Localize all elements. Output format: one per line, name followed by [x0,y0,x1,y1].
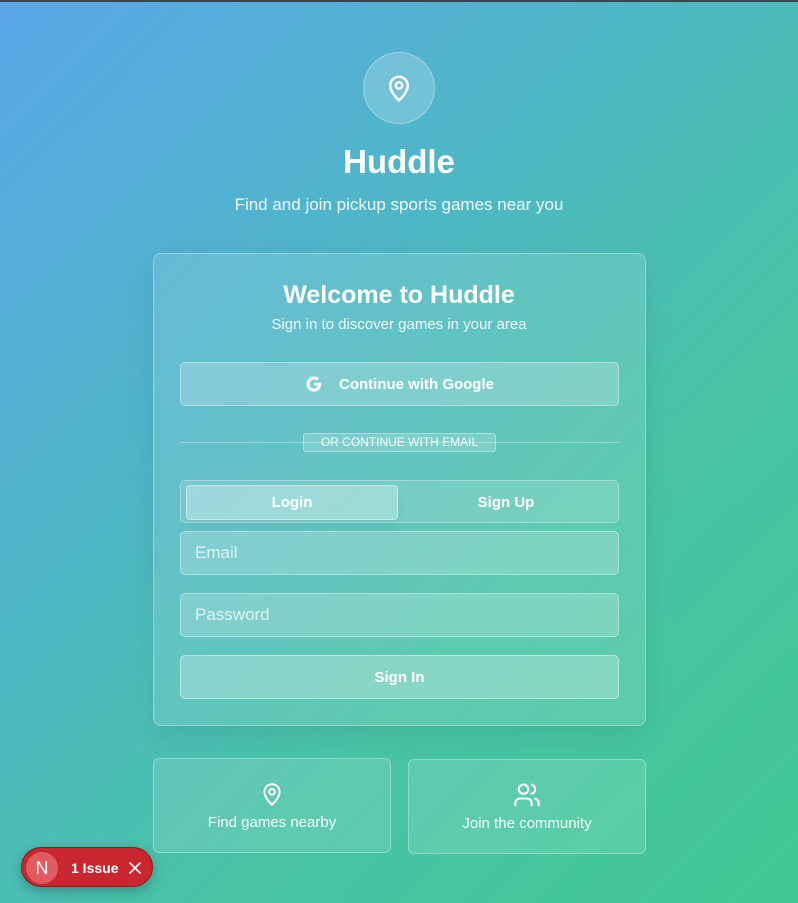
continue-with-google-label: Continue with Google [339,375,494,393]
feature-label: Find games nearby [207,814,337,831]
tab-sign-up[interactable]: Sign Up [400,485,612,520]
email-field[interactable] [180,531,619,575]
card-title: Welcome to Huddle [283,281,515,309]
app-title: Huddle [343,143,455,180]
continue-with-google-button[interactable]: Continue with Google [180,362,619,406]
feature-join-community: Join the community [408,759,646,854]
card-subtitle: Sign in to discover games in your area [271,316,527,333]
map-pin-icon [259,780,285,808]
feature-label: Join the community [462,815,592,832]
auth-tabs: Login Sign Up [180,480,619,523]
issues-avatar: N [26,852,58,884]
google-icon [305,375,323,393]
top-border [0,0,798,2]
app-logo [363,52,435,124]
issues-badge[interactable]: N 1 Issue [21,847,153,887]
sign-in-button[interactable]: Sign In [180,655,619,699]
issues-label: 1 Issue [71,860,119,876]
password-field[interactable] [180,593,619,637]
app-subtitle: Find and join pickup sports games near y… [234,195,564,214]
feature-find-games: Find games nearby [153,758,391,853]
tab-login[interactable]: Login [186,485,398,520]
map-pin-icon [384,73,414,103]
users-icon [513,781,541,809]
divider-text: OR CONTINUE WITH EMAIL [303,433,496,452]
close-icon[interactable] [126,859,144,877]
